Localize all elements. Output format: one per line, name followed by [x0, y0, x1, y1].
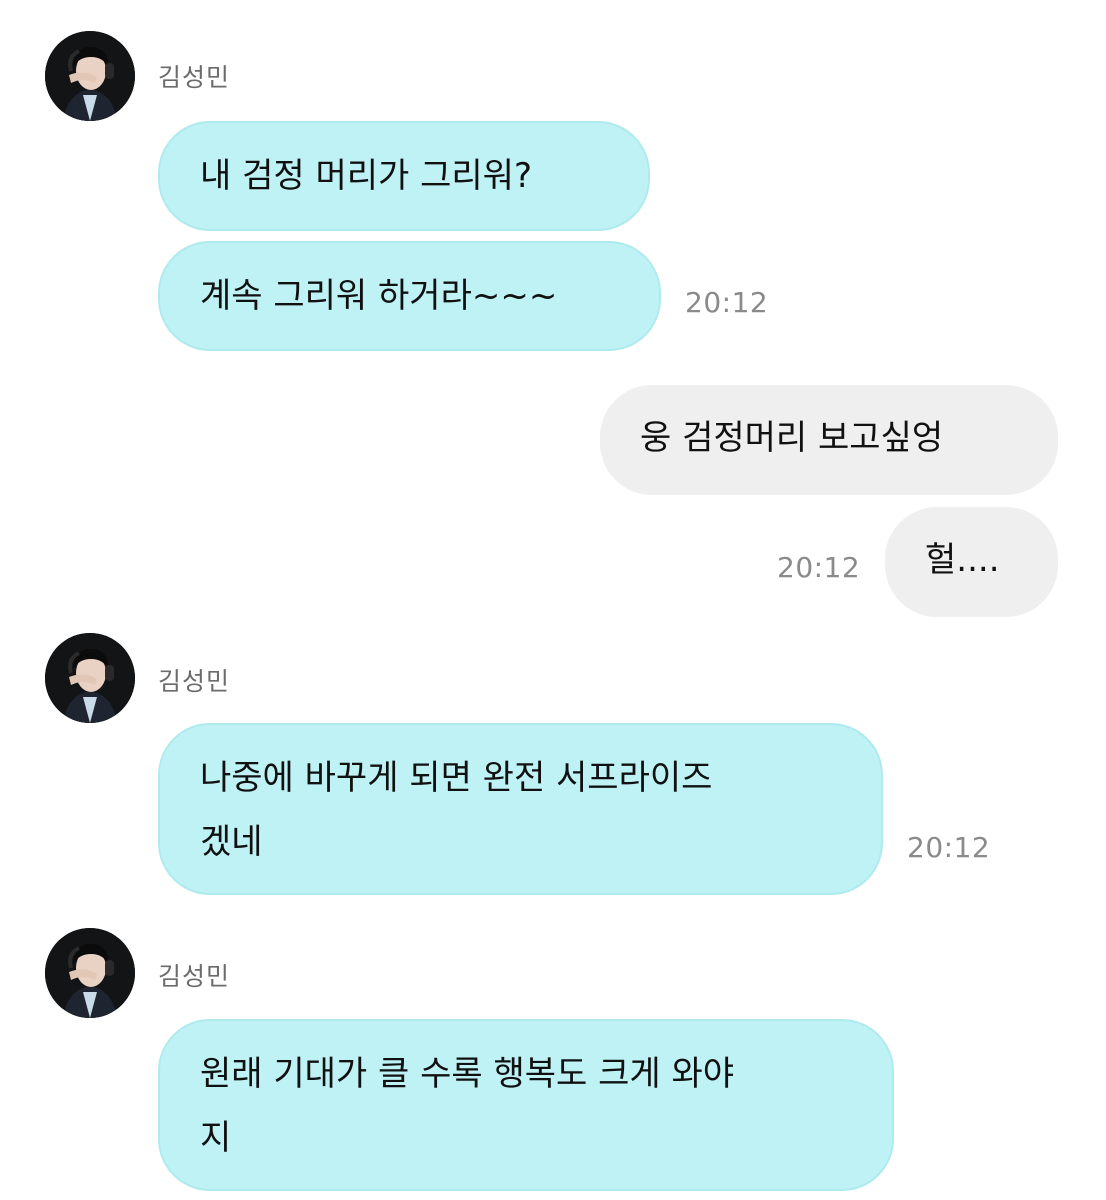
- message-timestamp: 20:12: [777, 551, 861, 584]
- message-text-line: 겠네: [200, 822, 263, 862]
- chat-thread: 김성민 내 검정 머리가 그리워? 계속 그리워 하거라~~~ 20:12 웅 …: [0, 0, 1106, 1200]
- message-timestamp: 20:12: [907, 831, 991, 864]
- message-text: 내 검정 머리가 그리워?: [200, 156, 532, 196]
- message-text: 헐....: [925, 540, 1000, 580]
- avatar-photo-icon: [45, 31, 135, 121]
- message-text: 계속 그리워 하거라~~~: [200, 276, 558, 316]
- outgoing-message-bubble[interactable]: 헐....: [885, 507, 1058, 617]
- avatar-photo-icon: [45, 633, 135, 723]
- message-text-line: 지: [200, 1118, 232, 1158]
- sender-avatar[interactable]: [45, 928, 135, 1018]
- message-text-line: 나중에 바꾸게 되면 완전 서프라이즈: [200, 758, 713, 798]
- sender-name: 김성민: [158, 962, 231, 991]
- avatar-photo-icon: [45, 928, 135, 1018]
- incoming-message-bubble[interactable]: 나중에 바꾸게 되면 완전 서프라이즈 겠네: [158, 723, 883, 895]
- message-timestamp: 20:12: [685, 286, 769, 319]
- message-text-line: 원래 기대가 클 수록 행복도 크게 와야: [200, 1054, 735, 1094]
- message-text: 웅 검정머리 보고싶엉: [640, 418, 944, 458]
- outgoing-message-bubble[interactable]: 웅 검정머리 보고싶엉: [600, 385, 1058, 495]
- sender-avatar[interactable]: [45, 633, 135, 723]
- sender-avatar[interactable]: [45, 31, 135, 121]
- incoming-message-bubble[interactable]: 계속 그리워 하거라~~~: [158, 241, 661, 351]
- sender-name: 김성민: [158, 63, 231, 92]
- incoming-message-bubble[interactable]: 내 검정 머리가 그리워?: [158, 121, 650, 231]
- incoming-message-bubble[interactable]: 원래 기대가 클 수록 행복도 크게 와야 지: [158, 1019, 894, 1191]
- sender-name: 김성민: [158, 667, 231, 696]
